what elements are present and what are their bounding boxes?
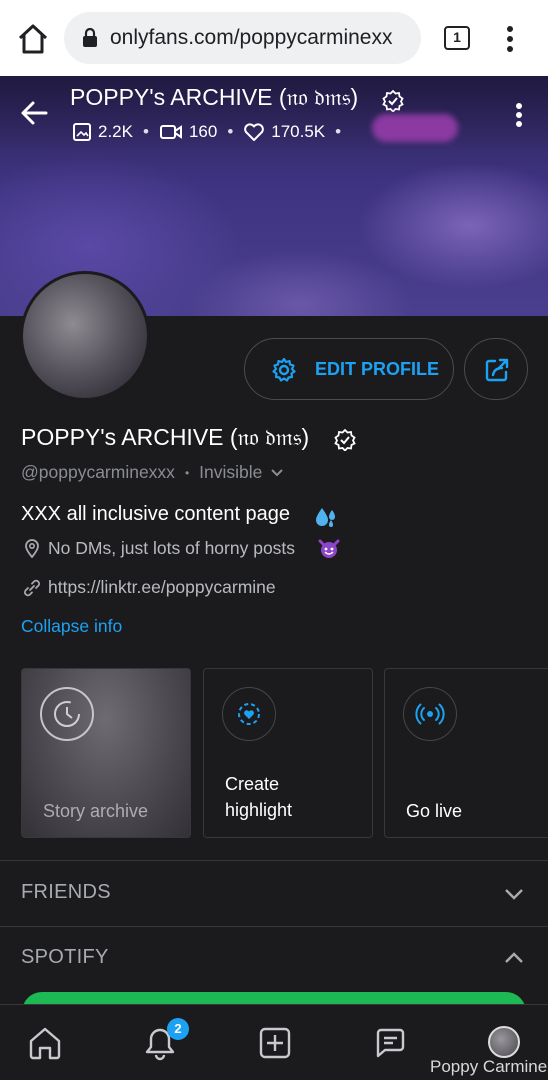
clock-icon-ring [40,687,94,741]
share-icon [485,358,509,382]
separator-dot: • [142,122,149,141]
go-live-label: Go live [406,801,463,821]
browser-toolbar: onlyfans.com/poppycarminexx 1 [0,0,548,76]
share-button[interactable] [464,338,528,400]
go-live-card[interactable]: Go live [384,668,548,838]
profile-avatar-nav[interactable] [488,1026,520,1058]
bottom-navigation: 2 Poppy Carmine [0,1004,548,1080]
divider [0,926,548,927]
verified-icon [334,429,356,451]
redaction-scribble [372,114,458,142]
separator-dot: • [335,122,342,141]
create-highlight-label: Create highlight [225,774,293,820]
live-icon-ring [403,687,457,741]
live-broadcast-icon [415,703,445,725]
location-pin-icon [25,539,39,558]
avatar[interactable] [20,271,150,401]
kebab-menu-icon[interactable] [512,102,526,128]
video-icon [159,125,182,139]
add-post-icon[interactable] [257,1025,293,1061]
gear-icon [272,357,296,382]
messages-icon[interactable] [372,1025,408,1061]
url-text: onlyfans.com/poppycarminexx [110,26,393,49]
droplet-emoji-icon [316,508,335,527]
photo-count: 2.2K [98,122,133,141]
lock-icon [83,28,97,47]
likes-count: 170.5K [271,122,326,141]
nav-user-name: Poppy Carmine [430,1057,548,1076]
chevron-down-icon[interactable] [270,468,284,478]
highlight-icon-ring [222,687,276,741]
clock-icon [54,701,80,727]
image-icon [73,123,91,141]
chevron-up-icon[interactable] [502,950,526,966]
spotify-title: SPOTIFY [21,946,109,968]
kebab-menu-icon[interactable] [500,24,520,54]
story-archive-card[interactable]: Story archive [21,668,191,838]
separator-dot: • [184,465,190,480]
heart-icon [244,123,265,141]
verified-icon [382,90,404,112]
edit-profile-button[interactable]: EDIT PROFILE [244,338,454,400]
notification-badge: 2 [167,1018,189,1040]
separator-dot: • [227,122,234,141]
tabs-button[interactable]: 1 [444,26,470,50]
bio-text: XXX all inclusive content page [21,503,291,525]
story-archive-label: Story archive [43,801,149,821]
collapse-info-link[interactable]: Collapse info [21,616,122,637]
divider [0,860,548,861]
home-icon[interactable] [27,1025,63,1061]
edit-profile-label: EDIT PROFILE [315,359,440,379]
create-highlight-card[interactable]: Create highlight [203,668,373,838]
link-icon [24,579,40,597]
cover-stats: 2.2K • 160 • 170.5K • [72,120,345,144]
address-bar[interactable]: onlyfans.com/poppycarminexx [64,12,421,64]
profile-name: POPPY's ARCHIVE (𝔫𝔬 𝔡𝔪𝔰) [21,424,310,450]
profile-link[interactable]: https://linktr.ee/poppycarmine [48,577,276,598]
friends-title: FRIENDS [21,881,111,903]
video-count: 160 [188,122,218,141]
location-text: No DMs, just lots of horny posts [48,538,296,558]
cover-title: POPPY's ARCHIVE (𝔫𝔬 𝔡𝔪𝔰) [70,84,359,110]
status-dropdown[interactable]: Invisible [199,462,262,483]
devil-emoji-icon [318,539,340,558]
home-icon[interactable] [16,22,50,56]
back-arrow-icon[interactable] [20,100,48,126]
chevron-down-icon[interactable] [502,886,526,902]
highlight-icon [238,703,260,725]
handle-row: @poppycarminexxx • Invisible [21,462,284,483]
username-handle: @poppycarminexxx [21,462,175,482]
